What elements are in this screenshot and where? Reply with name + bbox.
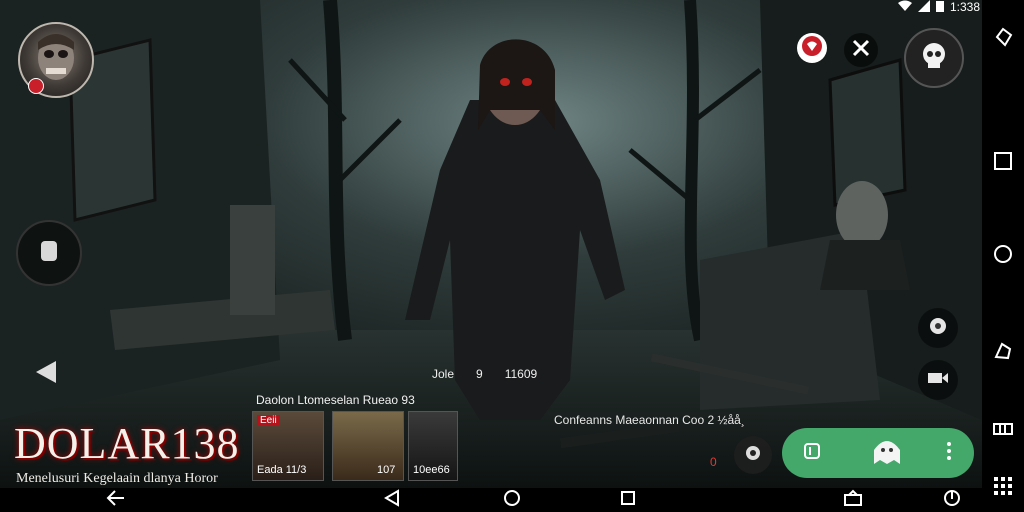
- thumbnail-1[interactable]: Eeii Eada 11/3: [252, 411, 324, 481]
- signal-icon: [917, 0, 930, 15]
- back-arrow-button[interactable]: [106, 489, 126, 512]
- card-icon: [803, 442, 821, 465]
- more-icon: [944, 441, 954, 466]
- battery-button[interactable]: [992, 420, 1014, 442]
- thumbnail-caption: 107: [377, 464, 396, 476]
- home-icon: [503, 489, 521, 512]
- brand-tagline: Menelusuri Kegelaain dlanya Horor: [16, 471, 218, 486]
- home-button[interactable]: [502, 489, 522, 512]
- more-button[interactable]: [932, 428, 966, 478]
- back-icon: [384, 488, 400, 512]
- thumbnail-caption: 10ee66: [413, 464, 450, 476]
- heart-badge-icon: [801, 35, 823, 62]
- stat-value: 9: [476, 367, 483, 381]
- brand-title: DOLAR138: [14, 419, 240, 468]
- grid-icon: [993, 476, 1013, 501]
- action-pill: [782, 428, 974, 478]
- share-button[interactable]: [843, 489, 863, 512]
- system-rail: [982, 0, 1024, 512]
- joystick-button[interactable]: [16, 220, 82, 286]
- back-arrow-icon: [106, 489, 126, 512]
- swords-icon: [851, 38, 871, 63]
- battle-button[interactable]: [844, 33, 878, 67]
- square-button[interactable]: [992, 151, 1014, 175]
- game-scene: [0, 0, 982, 488]
- tile-icon: [39, 239, 59, 268]
- thumbnail-caption: Eada 11/3: [257, 464, 307, 476]
- back-triangle-icon: [34, 359, 58, 390]
- circle-icon: [993, 244, 1013, 269]
- battery-status-icon: [935, 0, 944, 15]
- indicator: 0: [710, 455, 717, 469]
- strip-title: Daolon Ltomeselan Rueao 93: [256, 393, 415, 407]
- sub-info: Confeanns Maeaonnan Coo 2 ½åå¸: [554, 413, 745, 427]
- circle-button[interactable]: [992, 244, 1014, 269]
- pin-button[interactable]: [992, 27, 1014, 52]
- scene-illustration: [0, 0, 982, 488]
- ghost-icon: [870, 436, 904, 471]
- skull-menu-button[interactable]: [904, 28, 964, 88]
- gesture-icon: [993, 341, 1013, 366]
- recents-icon: [620, 490, 636, 511]
- thumbnail-2[interactable]: 107: [332, 411, 404, 481]
- clock: 1:338: [949, 0, 980, 14]
- stat-label: Jole: [432, 367, 455, 381]
- battery-icon: [993, 422, 1013, 440]
- thumbnail-tag: Eeii: [257, 415, 280, 426]
- player-avatar[interactable]: [18, 22, 94, 98]
- status-bar: 1:338: [897, 0, 980, 15]
- share-icon: [843, 489, 863, 512]
- gear-icon: [927, 315, 949, 342]
- stat-count: 11609: [504, 367, 538, 381]
- wifi-icon: [897, 0, 912, 15]
- card-button[interactable]: [792, 428, 832, 478]
- stats-row: Jole 9 11609: [432, 367, 537, 381]
- back-button[interactable]: [382, 488, 402, 512]
- gear-icon: [743, 443, 763, 468]
- skull-icon: [919, 41, 949, 76]
- navigation-bar: [0, 488, 982, 512]
- heart-badge-button[interactable]: [797, 33, 827, 63]
- notification-badge: [28, 78, 44, 94]
- grid-button[interactable]: [992, 476, 1014, 501]
- square-icon: [994, 151, 1012, 175]
- record-button[interactable]: [918, 360, 958, 400]
- gesture-button[interactable]: [992, 342, 1014, 364]
- power-icon: [943, 489, 961, 512]
- power-button[interactable]: [942, 489, 962, 512]
- options-button[interactable]: [734, 436, 772, 474]
- ghost-button[interactable]: [862, 428, 912, 478]
- pin-icon: [993, 27, 1013, 52]
- video-camera-icon: [927, 370, 949, 391]
- recents-button[interactable]: [618, 490, 638, 510]
- settings-button[interactable]: [918, 308, 958, 348]
- back-triangle-button[interactable]: [30, 360, 62, 388]
- thumbnail-3[interactable]: 10ee66: [408, 411, 458, 481]
